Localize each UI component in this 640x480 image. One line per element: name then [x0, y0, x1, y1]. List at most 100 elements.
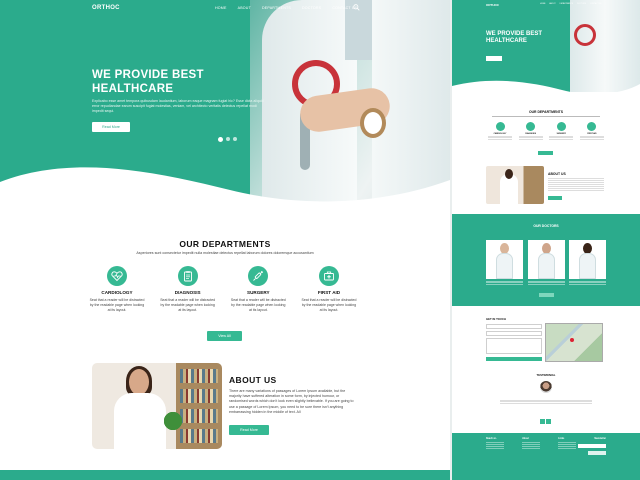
- hero-title: WE PROVIDE BEST HEALTHCARE: [92, 69, 204, 95]
- clipboard-icon: [526, 122, 536, 131]
- hero-description: Explicabo esse amet tempora quibusdam la…: [92, 99, 264, 114]
- slider-dot-2[interactable]: [226, 137, 230, 141]
- hero-wave-divider: [0, 167, 450, 220]
- nav-item-about[interactable]: ABOUT: [238, 6, 251, 10]
- chevron-right-icon[interactable]: [546, 419, 551, 424]
- preview-newsletter-input[interactable]: [578, 444, 606, 448]
- preview-nav-item[interactable]: DOCTORS: [577, 3, 586, 5]
- preview-department-card[interactable]: DIAGNOSIS: [518, 122, 543, 140]
- preview-doctor-card[interactable]: [569, 240, 606, 279]
- preview-subscribe-button[interactable]: [588, 451, 606, 455]
- preview-doctor-card[interactable]: [486, 240, 523, 279]
- clipboard-icon: [177, 266, 198, 286]
- slider-dot-1[interactable]: [218, 136, 223, 142]
- view-all-button[interactable]: View All: [207, 331, 242, 341]
- department-name: CARDIOLOGY: [101, 290, 133, 295]
- chevron-left-icon[interactable]: [540, 419, 545, 424]
- department-description: Seat that a reader will be distracted by…: [230, 298, 286, 312]
- first-aid-kit-icon: [318, 266, 339, 286]
- first-aid-kit-icon: [587, 122, 597, 131]
- preview-departments-list: CARDIOLOGY DIAGNOSIS SURGERY FIRST AID: [488, 122, 604, 140]
- preview-footer-column: About: [522, 438, 541, 450]
- nav-item-departments[interactable]: DEPARTMENTS: [262, 6, 291, 10]
- preview-testimonial-text: [500, 400, 592, 404]
- preview-map[interactable]: [545, 323, 603, 362]
- slider-dots: [218, 136, 237, 142]
- preview-nav-item[interactable]: DEPARTMENTS: [560, 3, 573, 5]
- preview-doctors-title: OUR DOCTORS: [533, 224, 559, 228]
- preview-doctor-cards: [486, 240, 606, 279]
- preview-departments-title: OUR DEPARTMENTS: [528, 110, 564, 114]
- preview-testimonial-title: TESTIMONIAL: [536, 373, 556, 377]
- preview-doctor-card[interactable]: [527, 240, 565, 279]
- footer-heading: Links: [558, 438, 565, 440]
- preview-departments-subtitle: [492, 116, 600, 117]
- preview-hero-title: WE PROVIDE BEST HEALTHCARE: [486, 31, 543, 44]
- preview-department-name: CARDIOLOGY: [493, 133, 507, 135]
- preview-send-button[interactable]: [486, 357, 542, 361]
- departments-subtitle: Asperiores sunt consectetur impedit null…: [136, 251, 314, 255]
- department-card-surgery[interactable]: SURGERY Seat that a reader will be distr…: [229, 264, 287, 313]
- department-name: DIAGNOSIS: [174, 290, 201, 295]
- preview-hero-button[interactable]: [486, 56, 502, 61]
- nav-menu: HOME ABOUT DEPARTMENTS DOCTORS CONTACT U…: [215, 6, 357, 10]
- preview-about-text: [548, 178, 604, 192]
- main-page-mockup: ORTHOC HOME ABOUT DEPARTMENTS DOCTORS CO…: [0, 0, 450, 480]
- preview-nav-item[interactable]: CONTACT US: [590, 3, 602, 5]
- preview-department-card[interactable]: FIRST AID: [579, 122, 604, 140]
- top-navbar: ORTHOC HOME ABOUT DEPARTMENTS DOCTORS CO…: [0, 0, 450, 18]
- preview-nav-item[interactable]: HOME: [540, 3, 545, 5]
- footer-heading: About: [522, 438, 529, 440]
- syringe-icon: [248, 266, 269, 286]
- search-icon[interactable]: [353, 4, 360, 11]
- brand-logo[interactable]: ORTHOC: [92, 5, 120, 11]
- footer-heading: Reach at..: [486, 438, 497, 440]
- preview-hero-wave: [452, 80, 640, 100]
- hero-read-more-button[interactable]: Read More: [92, 122, 130, 132]
- preview-department-card[interactable]: CARDIOLOGY: [488, 122, 512, 140]
- preview-department-name: DIAGNOSIS: [525, 133, 536, 135]
- preview-about-image: [486, 166, 544, 204]
- plant: [164, 409, 182, 439]
- map-pin-icon: [570, 338, 574, 342]
- department-description: Seat that a reader will be distracted by…: [301, 298, 357, 312]
- footer-strip: [0, 470, 450, 480]
- department-card-first-aid[interactable]: FIRST AID Seat that a reader will be dis…: [300, 264, 358, 313]
- preview-doctors-button[interactable]: [539, 293, 554, 297]
- bookshelf: [176, 363, 222, 449]
- department-card-diagnosis[interactable]: DIAGNOSIS Seat that a reader will be dis…: [159, 264, 217, 313]
- departments-title: OUR DEPARTMENTS: [179, 239, 271, 249]
- footer-heading: Newsletter: [594, 438, 606, 440]
- preview-message-field[interactable]: [486, 338, 542, 354]
- department-card-cardiology[interactable]: CARDIOLOGY Seat that a reader will be di…: [88, 264, 146, 313]
- preview-nav-item[interactable]: ABOUT: [549, 3, 555, 5]
- preview-footer-column: Reach at..: [486, 438, 504, 450]
- stethoscope-icon: [574, 24, 596, 46]
- department-name: SURGERY: [247, 290, 270, 295]
- preview-about-button[interactable]: [548, 196, 562, 200]
- nav-item-home[interactable]: HOME: [215, 6, 227, 10]
- syringe-icon: [556, 122, 566, 131]
- preview-brand-logo[interactable]: ORTHOC: [486, 3, 499, 7]
- preview-department-card[interactable]: SURGERY: [549, 122, 574, 140]
- department-description: Seat that a reader will be distracted by…: [89, 298, 145, 312]
- preview-about-title: ABOUT US: [548, 172, 566, 176]
- preview-email-field[interactable]: [486, 331, 542, 336]
- about-title: ABOUT US: [229, 375, 277, 385]
- preview-department-name: SURGERY: [556, 133, 566, 135]
- doctor-coat: [114, 393, 166, 449]
- department-name: FIRST AID: [317, 290, 341, 295]
- about-read-more-button[interactable]: Read More: [229, 425, 269, 435]
- wristwatch-icon: [360, 108, 386, 138]
- preview-doctor-labels: [486, 281, 606, 287]
- department-description: Seat that a reader will be distracted by…: [160, 298, 216, 312]
- preview-footer-column: Links: [558, 438, 577, 450]
- preview-view-all-button[interactable]: [538, 151, 553, 155]
- preview-department-name: FIRST AID: [587, 133, 597, 135]
- preview-name-field[interactable]: [486, 324, 542, 329]
- nav-item-doctors[interactable]: DOCTORS: [302, 6, 321, 10]
- slider-dot-3[interactable]: [233, 137, 237, 141]
- about-doctor-image: [92, 363, 222, 449]
- heart-pulse-icon: [495, 122, 505, 131]
- doctor-face: [129, 369, 149, 395]
